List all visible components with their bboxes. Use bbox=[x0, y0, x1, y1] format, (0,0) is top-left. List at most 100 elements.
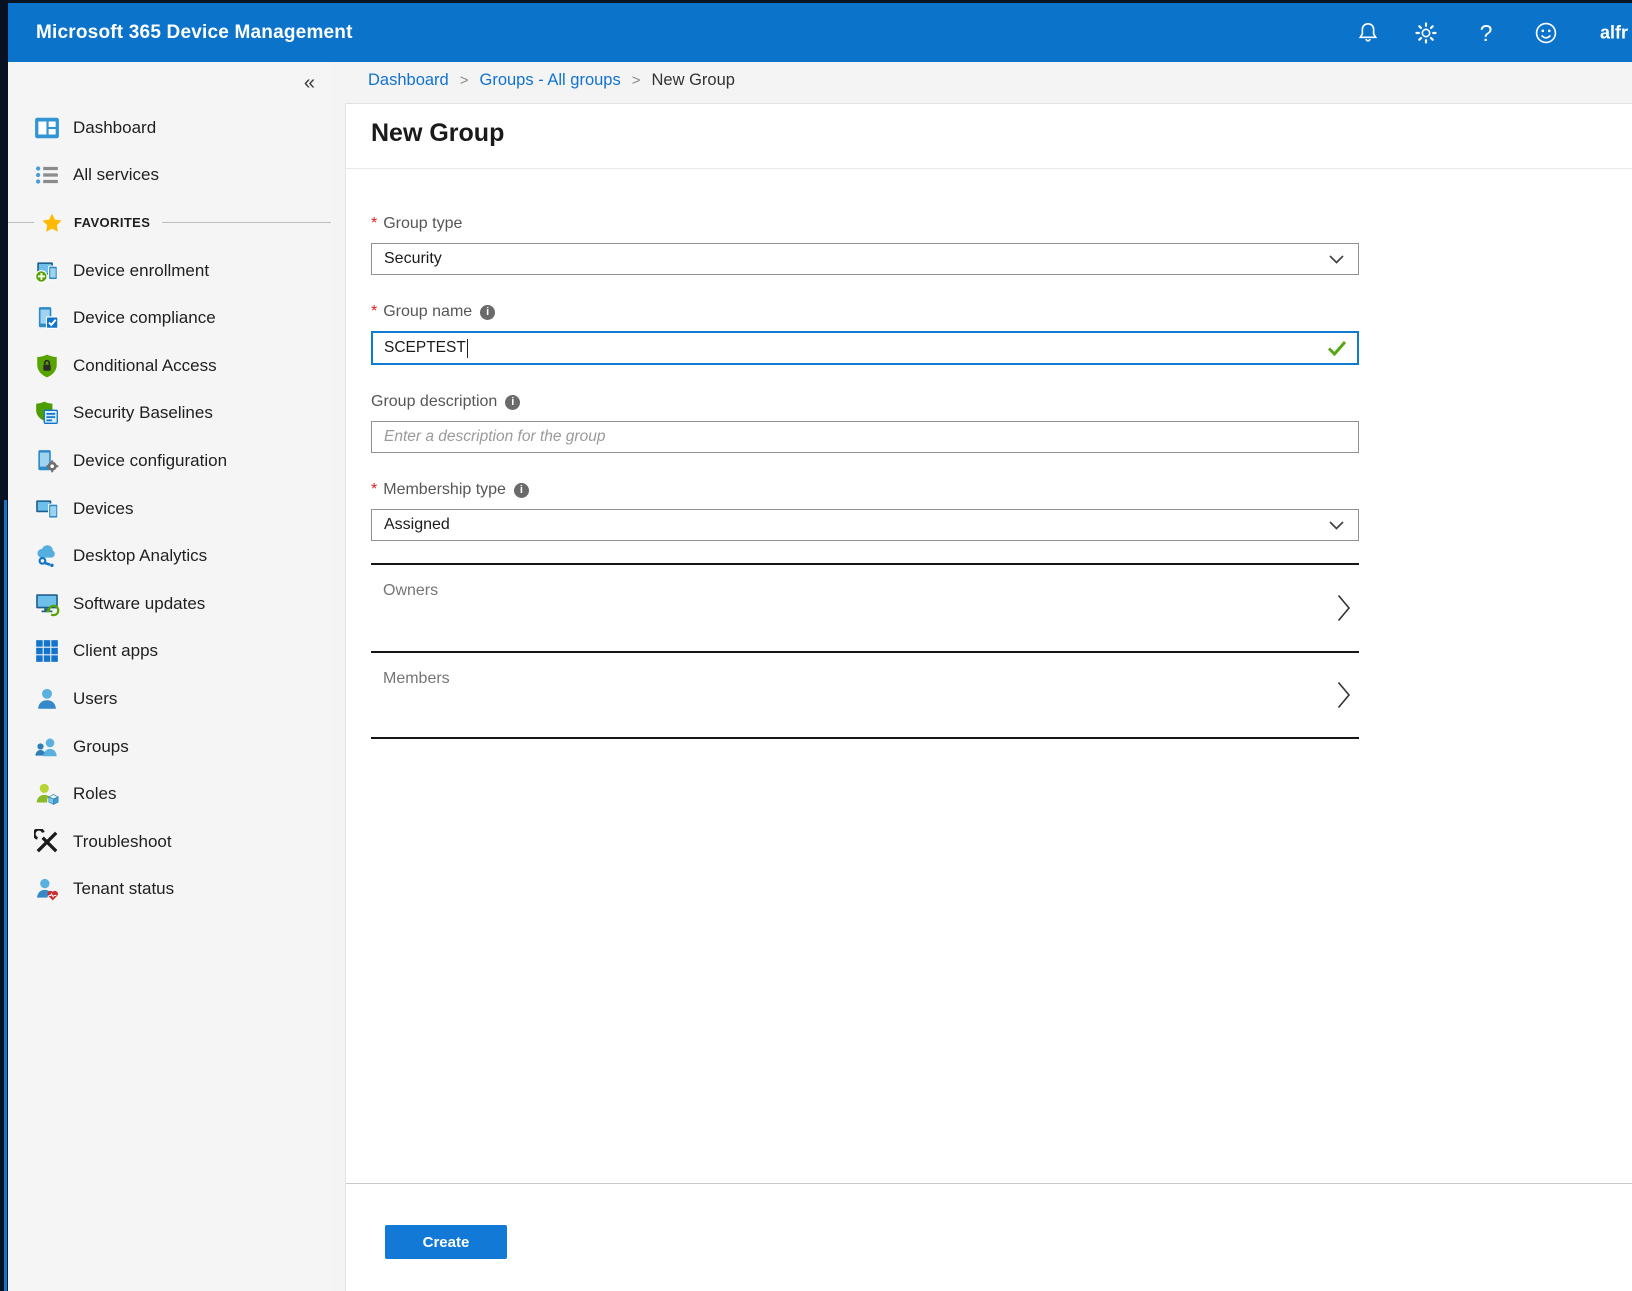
sidebar-item-desktop-analytics[interactable]: Desktop Analytics bbox=[8, 532, 331, 580]
device-enrollment-icon bbox=[34, 258, 60, 284]
sidebar-item-label: Desktop Analytics bbox=[73, 546, 207, 566]
sidebar-item-devices[interactable]: Devices bbox=[8, 485, 331, 533]
breadcrumb-separator-icon: > bbox=[632, 72, 641, 89]
required-marker: * bbox=[371, 481, 377, 499]
sidebar-item-label: Dashboard bbox=[73, 118, 156, 138]
portal-left-rail bbox=[0, 0, 8, 1291]
breadcrumb-groups-all-groups[interactable]: Groups - All groups bbox=[480, 71, 621, 90]
valid-check-icon bbox=[1327, 340, 1347, 356]
owners-label: Owners bbox=[383, 582, 438, 600]
all-services-icon bbox=[34, 162, 60, 188]
sidebar-item-label: Tenant status bbox=[73, 879, 174, 899]
breadcrumb-separator-icon: > bbox=[460, 72, 469, 89]
page-title: New Group bbox=[346, 104, 1632, 168]
sidebar-item-conditional-access[interactable]: Conditional Access bbox=[8, 342, 331, 390]
group-name-field: * Group name i SCEPTEST bbox=[371, 301, 1359, 365]
group-name-label: * Group name i bbox=[371, 301, 1359, 323]
required-marker: * bbox=[371, 215, 377, 233]
sidebar-item-users[interactable]: Users bbox=[8, 675, 331, 723]
conditional-access-icon bbox=[34, 353, 60, 379]
desktop-analytics-icon bbox=[34, 543, 60, 569]
sidebar-item-security-baselines[interactable]: Security Baselines bbox=[8, 390, 331, 438]
settings-gear-icon[interactable] bbox=[1413, 20, 1439, 46]
troubleshoot-icon bbox=[34, 829, 60, 855]
sidebar-item-roles[interactable]: Roles bbox=[8, 770, 331, 818]
app-title: Microsoft 365 Device Management bbox=[36, 22, 353, 44]
info-icon[interactable]: i bbox=[505, 395, 520, 410]
sidebar-item-dashboard[interactable]: Dashboard bbox=[8, 104, 331, 152]
sidebar-item-label: Security Baselines bbox=[73, 403, 213, 423]
group-description-input[interactable] bbox=[371, 421, 1359, 453]
text-cursor bbox=[467, 339, 469, 358]
sidebar-item-label: Devices bbox=[73, 499, 133, 519]
sidebar-item-label: Client apps bbox=[73, 641, 158, 661]
sidebar-item-label: Troubleshoot bbox=[73, 832, 172, 852]
required-marker: * bbox=[371, 303, 377, 321]
notifications-bell-icon[interactable] bbox=[1355, 20, 1381, 46]
sidebar-item-label: Device enrollment bbox=[73, 261, 209, 281]
sidebar-item-label: Software updates bbox=[73, 594, 205, 614]
window-top-edge bbox=[0, 0, 1632, 3]
group-description-label: Group description i bbox=[371, 391, 1359, 413]
sidebar-item-all-services[interactable]: All services bbox=[8, 152, 331, 200]
tenant-status-icon bbox=[34, 876, 60, 902]
sidebar-collapse-icon[interactable]: « bbox=[304, 73, 315, 93]
sidebar-item-device-enrollment[interactable]: Device enrollment bbox=[8, 247, 331, 295]
sidebar-item-software-updates[interactable]: Software updates bbox=[8, 580, 331, 628]
sidebar-item-label: Users bbox=[73, 689, 117, 709]
security-baselines-icon bbox=[34, 400, 60, 426]
breadcrumb: Dashboard > Groups - All groups > New Gr… bbox=[368, 71, 735, 90]
rail-accent-bar bbox=[4, 500, 7, 1291]
create-button[interactable]: Create bbox=[385, 1225, 507, 1259]
client-apps-icon bbox=[34, 638, 60, 664]
members-label: Members bbox=[383, 670, 450, 688]
chevron-right-icon bbox=[1337, 594, 1351, 622]
users-icon bbox=[34, 686, 60, 712]
feedback-smiley-icon[interactable] bbox=[1533, 20, 1559, 46]
membership-type-label: * Membership type i bbox=[371, 479, 1359, 501]
help-icon[interactable]: ? bbox=[1473, 20, 1499, 46]
sidebar-item-client-apps[interactable]: Client apps bbox=[8, 628, 331, 676]
group-type-select[interactable]: Security bbox=[371, 243, 1359, 275]
footer-divider bbox=[346, 1183, 1632, 1184]
sidebar-item-label: Device configuration bbox=[73, 451, 227, 471]
title-divider bbox=[346, 168, 1632, 169]
membership-type-select[interactable]: Assigned bbox=[371, 509, 1359, 541]
members-section[interactable]: Members bbox=[371, 651, 1359, 739]
sidebar-item-device-configuration[interactable]: Device configuration bbox=[8, 437, 331, 485]
group-name-value: SCEPTEST bbox=[384, 339, 466, 357]
sidebar-item-troubleshoot[interactable]: Troubleshoot bbox=[8, 818, 331, 866]
device-compliance-icon bbox=[34, 305, 60, 331]
sidebar-item-device-compliance[interactable]: Device compliance bbox=[8, 294, 331, 342]
owners-section[interactable]: Owners bbox=[371, 563, 1359, 651]
chevron-down-icon bbox=[1329, 255, 1344, 264]
devices-icon bbox=[34, 496, 60, 522]
group-sections: Owners Members bbox=[371, 563, 1359, 739]
device-configuration-icon bbox=[34, 448, 60, 474]
breadcrumb-dashboard[interactable]: Dashboard bbox=[368, 71, 449, 90]
sidebar-item-groups[interactable]: Groups bbox=[8, 723, 331, 771]
sidebar-item-label: Roles bbox=[73, 784, 116, 804]
sidebar-item-label: All services bbox=[73, 165, 159, 185]
groups-icon bbox=[34, 734, 60, 760]
group-type-value: Security bbox=[384, 250, 442, 268]
sidebar: « Dashboard All services bbox=[8, 62, 331, 1291]
info-icon[interactable]: i bbox=[480, 305, 495, 320]
favorites-star-icon bbox=[41, 212, 63, 234]
group-name-input[interactable]: SCEPTEST bbox=[371, 331, 1359, 365]
app-header: Microsoft 365 Device Management ? alfr bbox=[0, 3, 1632, 62]
account-name[interactable]: alfr bbox=[1600, 22, 1628, 43]
chevron-down-icon bbox=[1329, 521, 1344, 530]
new-group-form: * Group type Security * Group name i SCE… bbox=[371, 213, 1359, 739]
favorites-divider-left bbox=[8, 222, 34, 223]
info-icon[interactable]: i bbox=[514, 483, 529, 498]
sidebar-item-tenant-status[interactable]: Tenant status bbox=[8, 866, 331, 914]
membership-type-field: * Membership type i Assigned bbox=[371, 479, 1359, 541]
breadcrumb-current: New Group bbox=[652, 71, 735, 90]
group-description-field: Group description i bbox=[371, 391, 1359, 453]
roles-icon bbox=[34, 781, 60, 807]
sidebar-item-label: Groups bbox=[73, 737, 129, 757]
software-updates-icon bbox=[34, 591, 60, 617]
group-type-label: * Group type bbox=[371, 213, 1359, 235]
dashboard-icon bbox=[34, 115, 60, 141]
